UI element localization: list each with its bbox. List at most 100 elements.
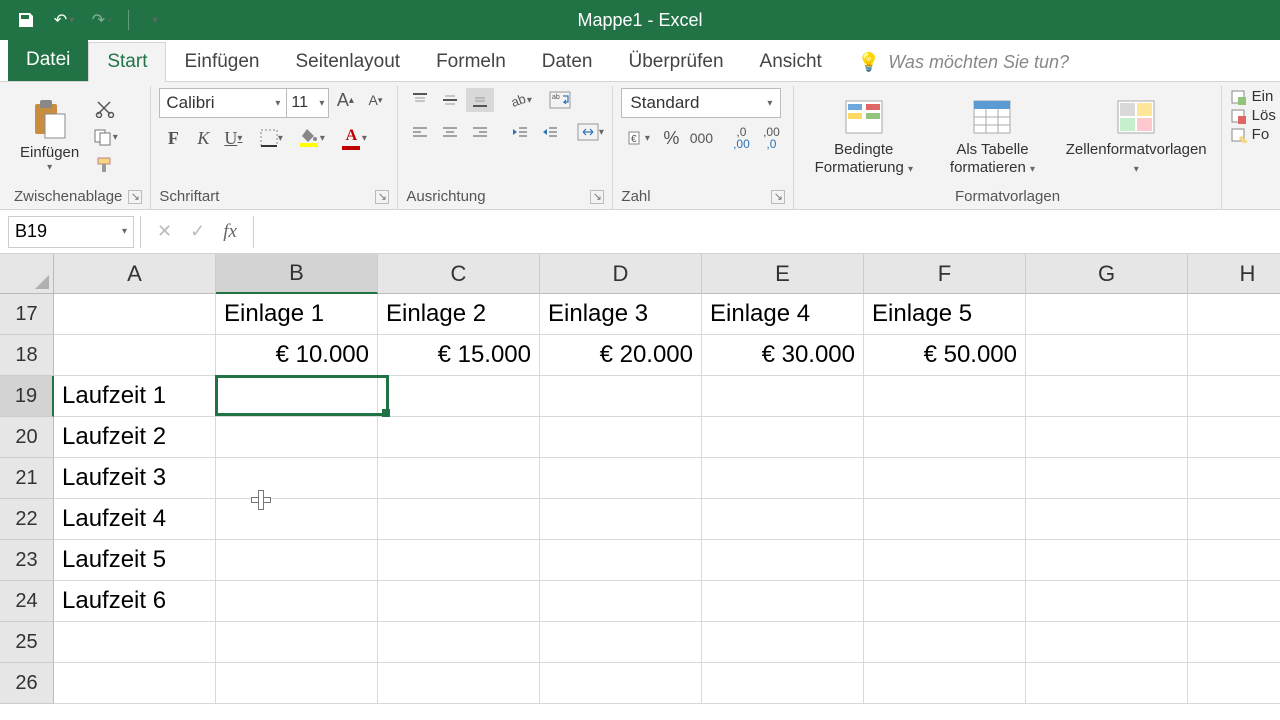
tab-view[interactable]: Ansicht	[742, 43, 840, 81]
cell-C23[interactable]	[378, 540, 540, 581]
fill-color-button[interactable]: ▾	[295, 126, 323, 150]
borders-button[interactable]: ▾	[257, 126, 285, 150]
cell-B17[interactable]: Einlage 1	[216, 294, 378, 335]
cell-C22[interactable]	[378, 499, 540, 540]
format-cells-button[interactable]: Fo	[1230, 126, 1270, 143]
cell-A24[interactable]: Laufzeit 6	[54, 581, 216, 622]
cell-H26[interactable]	[1188, 663, 1280, 704]
cell-D17[interactable]: Einlage 3	[540, 294, 702, 335]
cell-E26[interactable]	[702, 663, 864, 704]
cell-H21[interactable]	[1188, 458, 1280, 499]
row-header-17[interactable]: 17	[0, 294, 54, 335]
cell-E19[interactable]	[702, 376, 864, 417]
cell-G24[interactable]	[1026, 581, 1188, 622]
col-header-C[interactable]: C	[378, 254, 540, 294]
row-header-20[interactable]: 20	[0, 417, 54, 458]
col-header-B[interactable]: B	[216, 254, 378, 294]
cell-F17[interactable]: Einlage 5	[864, 294, 1026, 335]
align-middle-button[interactable]	[436, 88, 464, 112]
cell-H17[interactable]	[1188, 294, 1280, 335]
align-top-button[interactable]	[406, 88, 434, 112]
accounting-button[interactable]: €▾	[621, 126, 655, 150]
row-header-26[interactable]: 26	[0, 663, 54, 704]
cell-C19[interactable]	[378, 376, 540, 417]
cell-A26[interactable]	[54, 663, 216, 704]
cell-G22[interactable]	[1026, 499, 1188, 540]
grow-font-button[interactable]: A▴	[331, 88, 359, 112]
bold-button[interactable]: F	[159, 126, 187, 150]
number-format-select[interactable]: Standard▾	[621, 88, 781, 118]
name-box[interactable]: B19▾	[8, 216, 134, 248]
cell-D18[interactable]: € 20.000	[540, 335, 702, 376]
align-right-button[interactable]	[466, 120, 494, 144]
fx-button[interactable]: fx	[223, 221, 237, 243]
clipboard-launcher[interactable]: ↘	[128, 190, 142, 204]
cell-F21[interactable]	[864, 458, 1026, 499]
redo-button[interactable]: ↷▾	[88, 6, 116, 34]
tab-review[interactable]: Überprüfen	[610, 43, 741, 81]
cell-B25[interactable]	[216, 622, 378, 663]
cell-H22[interactable]	[1188, 499, 1280, 540]
row-header-22[interactable]: 22	[0, 499, 54, 540]
tab-insert[interactable]: Einfügen	[166, 43, 277, 81]
cell-D19[interactable]	[540, 376, 702, 417]
tab-layout[interactable]: Seitenlayout	[278, 43, 419, 81]
cell-A20[interactable]: Laufzeit 2	[54, 417, 216, 458]
row-header-25[interactable]: 25	[0, 622, 54, 663]
cell-D26[interactable]	[540, 663, 702, 704]
format-table-button[interactable]: Als Tabelle formatieren ▾	[931, 95, 1054, 179]
cell-E21[interactable]	[702, 458, 864, 499]
copy-button[interactable]: ▾	[91, 125, 119, 149]
row-header-21[interactable]: 21	[0, 458, 54, 499]
col-header-A[interactable]: A	[54, 254, 216, 294]
cell-D20[interactable]	[540, 417, 702, 458]
align-center-button[interactable]	[436, 120, 464, 144]
cell-H24[interactable]	[1188, 581, 1280, 622]
cell-B26[interactable]	[216, 663, 378, 704]
cell-H23[interactable]	[1188, 540, 1280, 581]
undo-button[interactable]: ↶▾	[50, 6, 78, 34]
cell-G17[interactable]	[1026, 294, 1188, 335]
align-left-button[interactable]	[406, 120, 434, 144]
row-header-18[interactable]: 18	[0, 335, 54, 376]
cell-A22[interactable]: Laufzeit 4	[54, 499, 216, 540]
cell-H25[interactable]	[1188, 622, 1280, 663]
cell-F18[interactable]: € 50.000	[864, 335, 1026, 376]
col-header-D[interactable]: D	[540, 254, 702, 294]
format-painter-button[interactable]	[91, 153, 119, 177]
cell-F19[interactable]	[864, 376, 1026, 417]
percent-button[interactable]: %	[657, 126, 685, 150]
cell-F26[interactable]	[864, 663, 1026, 704]
cell-E25[interactable]	[702, 622, 864, 663]
paste-button[interactable]: Einfügen ▾	[14, 98, 85, 176]
conditional-format-button[interactable]: Bedingte Formatierung ▾	[802, 95, 925, 179]
font-name-select[interactable]: Calibri▾	[159, 88, 287, 118]
decrease-indent-button[interactable]	[506, 120, 534, 144]
cell-E22[interactable]	[702, 499, 864, 540]
merge-button[interactable]: ▾	[576, 120, 604, 144]
col-header-F[interactable]: F	[864, 254, 1026, 294]
cell-C25[interactable]	[378, 622, 540, 663]
cell-D21[interactable]	[540, 458, 702, 499]
align-bottom-button[interactable]	[466, 88, 494, 112]
delete-cells-button[interactable]: Lös	[1230, 107, 1276, 124]
cell-C24[interactable]	[378, 581, 540, 622]
cell-F22[interactable]	[864, 499, 1026, 540]
cell-B18[interactable]: € 10.000	[216, 335, 378, 376]
row-header-24[interactable]: 24	[0, 581, 54, 622]
cell-A23[interactable]: Laufzeit 5	[54, 540, 216, 581]
cell-H20[interactable]	[1188, 417, 1280, 458]
tab-home[interactable]: Start	[88, 42, 166, 82]
cell-D25[interactable]	[540, 622, 702, 663]
cell-G21[interactable]	[1026, 458, 1188, 499]
cell-E18[interactable]: € 30.000	[702, 335, 864, 376]
cell-C17[interactable]: Einlage 2	[378, 294, 540, 335]
cell-G20[interactable]	[1026, 417, 1188, 458]
tab-data[interactable]: Daten	[524, 43, 611, 81]
tab-formulas[interactable]: Formeln	[418, 43, 524, 81]
font-launcher[interactable]: ↘	[375, 190, 389, 204]
cell-H19[interactable]	[1188, 376, 1280, 417]
wrap-text-button[interactable]: ab	[546, 88, 574, 112]
cut-button[interactable]	[91, 97, 119, 121]
cell-D24[interactable]	[540, 581, 702, 622]
